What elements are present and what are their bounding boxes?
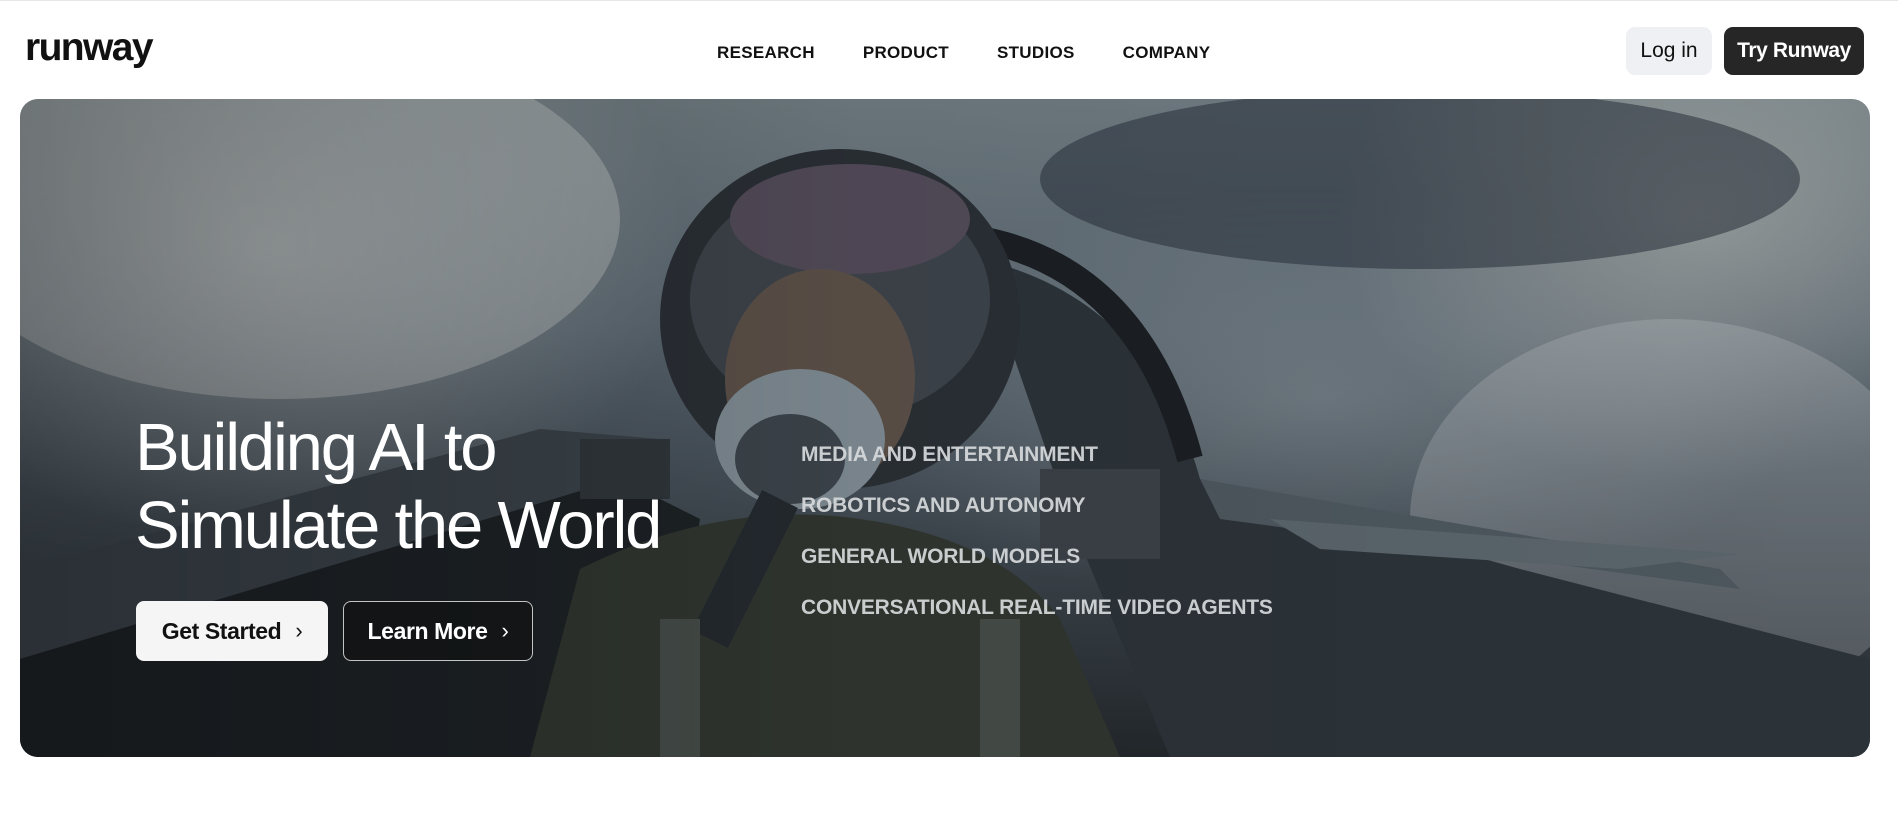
nav-product[interactable]: PRODUCT <box>863 44 949 62</box>
runway-logo[interactable]: runway <box>25 26 154 70</box>
nav-research[interactable]: RESEARCH <box>717 44 815 62</box>
get-started-label: Get Started <box>161 617 282 644</box>
sector-robotics-autonomy[interactable]: ROBOTICS AND AUTONOMY <box>801 480 1273 531</box>
login-button[interactable]: Log in <box>1626 27 1712 75</box>
sector-general-world-models[interactable]: GENERAL WORLD MODELS <box>801 531 1273 582</box>
sector-list: MEDIA AND ENTERTAINMENT ROBOTICS AND AUT… <box>801 429 1273 633</box>
chevron-right-icon: › <box>501 618 509 643</box>
hero-banner: Building AI to Simulate the World Get St… <box>20 99 1870 757</box>
headline-line-2: Simulate the World <box>135 488 662 563</box>
hero-headline: Building AI to Simulate the World <box>135 409 755 565</box>
headline-line-1: Building AI to <box>135 410 498 485</box>
sector-video-agents[interactable]: CONVERSATIONAL REAL-TIME VIDEO AGENTS <box>801 582 1273 633</box>
sector-media-entertainment[interactable]: MEDIA AND ENTERTAINMENT <box>801 429 1273 480</box>
nav-company[interactable]: COMPANY <box>1123 44 1211 62</box>
try-runway-button[interactable]: Try Runway <box>1724 27 1864 75</box>
learn-more-button[interactable]: Learn More › <box>343 601 533 661</box>
learn-more-label: Learn More <box>367 617 488 644</box>
get-started-button[interactable]: Get Started › <box>136 601 328 661</box>
chevron-right-icon: › <box>295 618 303 643</box>
nav-studios[interactable]: STUDIOS <box>997 44 1075 62</box>
main-nav: RESEARCH PRODUCT STUDIOS COMPANY <box>717 44 1258 62</box>
top-border <box>0 0 1898 1</box>
